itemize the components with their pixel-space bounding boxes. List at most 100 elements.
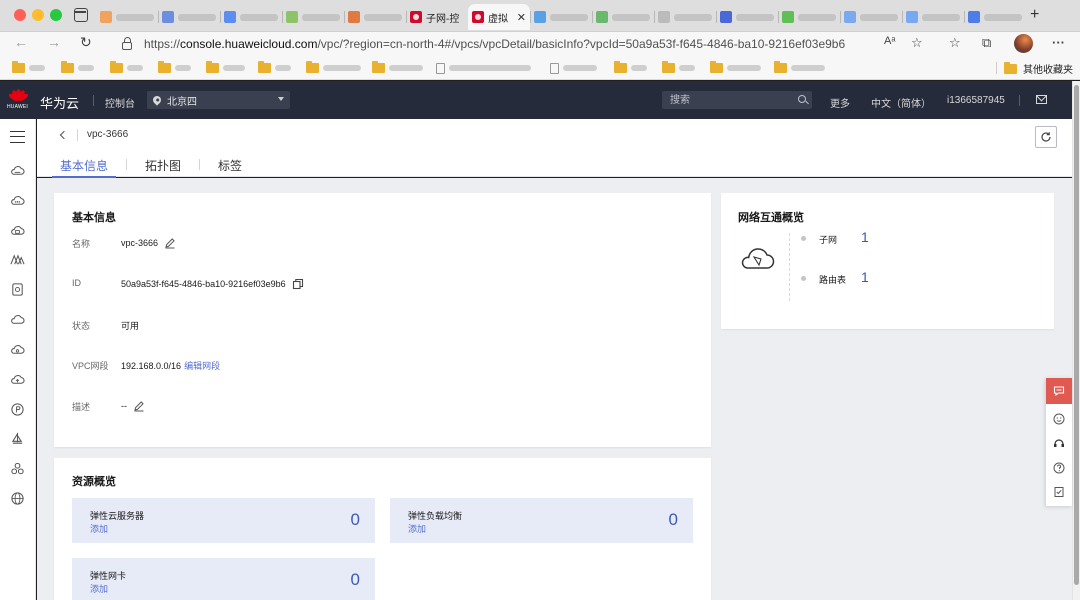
resource-count[interactable]: 0 [669,510,678,530]
cloud-server-icon[interactable] [10,163,25,178]
browser-tab[interactable] [716,4,778,30]
reload-icon[interactable]: ↻ [80,34,92,51]
bookmark-link[interactable] [550,62,597,74]
edit-cidr-link[interactable]: 编辑网段 [184,359,220,372]
resource-count[interactable]: 0 [351,570,360,590]
chevron-down-icon [278,97,284,101]
browser-tab-subnet[interactable]: 子网-控 [406,4,468,30]
route-table-count[interactable]: 1 [861,269,869,285]
sailboat-icon[interactable] [10,431,25,446]
read-aloud-icon[interactable]: Aᵃ [884,35,895,47]
browser-tab-active[interactable]: 虚拟 ✕ [468,4,530,30]
mountain-icon[interactable] [10,252,25,267]
browser-tab[interactable] [778,4,840,30]
bookmark-link[interactable] [436,62,531,74]
browser-tab[interactable] [654,4,716,30]
browser-tab[interactable] [220,4,282,30]
new-tab-button[interactable]: + [1030,6,1039,24]
tab-tags[interactable]: 标签 [210,157,250,177]
folder-icon [206,61,219,73]
search-input[interactable] [662,91,782,109]
cluster-icon[interactable] [10,461,25,476]
browser-tab[interactable] [964,4,1026,30]
mail-icon[interactable] [1036,95,1047,104]
copy-icon[interactable] [292,278,304,290]
browser-tab[interactable] [282,4,344,30]
edit-pencil-icon[interactable] [164,237,176,249]
browser-tab[interactable] [158,4,220,30]
smile-feedback-icon[interactable] [1053,413,1065,425]
profile-avatar[interactable] [1014,34,1033,53]
support-headset-icon[interactable] [1053,438,1065,450]
folder-icon [614,61,627,73]
more-options-icon[interactable]: ··· [1052,35,1065,50]
favicon-icon [286,11,298,23]
cloud-network-icon[interactable] [10,193,25,208]
search-icon[interactable] [798,95,806,103]
bookmark-folder[interactable] [662,61,695,74]
subnet-count[interactable]: 1 [861,229,869,245]
console-link[interactable]: 控制台 [105,95,135,110]
help-icon[interactable] [1053,462,1065,474]
bookmark-folder[interactable] [61,61,94,74]
page-header: vpc-3666 基本信息 拓扑图 标签 [37,119,1072,178]
bookmark-folder[interactable] [306,61,361,74]
folder-icon [1004,61,1017,74]
back-arrow-icon[interactable]: ← [14,34,28,50]
browser-tab[interactable] [344,4,406,30]
bookmark-folder[interactable] [372,61,423,74]
add-resource-link[interactable]: 添加 [90,522,108,535]
database-icon[interactable] [10,282,25,297]
back-chevron-icon[interactable] [59,130,69,140]
favorites-icon[interactable]: ☆ [949,35,961,51]
other-bookmarks[interactable]: 其他收藏夹 [1004,61,1073,76]
chat-button[interactable] [1046,378,1072,404]
resource-count[interactable]: 0 [351,510,360,530]
region-select[interactable]: 北京四 [147,91,290,109]
forward-arrow-icon[interactable]: → [47,34,61,50]
close-window-button[interactable] [14,9,26,21]
bookmark-folder[interactable] [258,61,291,74]
more-menu[interactable]: 更多 [830,95,850,110]
brand-name[interactable]: 华为云 [40,93,79,112]
cloud-storage-icon[interactable] [10,223,25,238]
browser-tab[interactable] [530,4,592,30]
bookmark-folder[interactable] [774,61,825,74]
survey-checklist-icon[interactable] [1053,486,1065,498]
zoom-window-button[interactable] [50,9,62,21]
refresh-button[interactable] [1035,126,1057,148]
account-menu[interactable]: i1366587945 [947,95,1005,106]
bookmark-folder[interactable] [710,61,761,74]
huawei-logo[interactable]: HUAWEI [7,88,30,112]
globe-icon[interactable] [10,491,25,506]
cloud-icon[interactable] [10,312,25,327]
cloud-security-icon[interactable] [10,342,25,357]
tab-basic-info[interactable]: 基本信息 [52,157,117,178]
basic-info-card: 基本信息 名称 vpc-3666 ID 50a9a53f-f645-4846-b… [54,193,711,447]
close-tab-icon[interactable]: ✕ [517,11,526,24]
browser-tab[interactable] [840,4,902,30]
tab-topology[interactable]: 拓扑图 [137,157,189,177]
browser-tab[interactable] [96,4,158,30]
minimize-window-button[interactable] [32,9,44,21]
edit-pencil-icon[interactable] [133,400,145,412]
favicon-icon [658,11,670,23]
bookmark-folder[interactable] [110,61,143,74]
browser-tab[interactable] [902,4,964,30]
browser-tab[interactable] [592,4,654,30]
bookmark-folder[interactable] [206,61,245,74]
bookmark-folder[interactable] [158,61,191,74]
ip-icon[interactable] [10,402,25,417]
url-field[interactable]: https://console.huaweicloud.com/vpc/?reg… [112,33,938,55]
language-menu[interactable]: 中文（简体） [871,95,931,110]
tab-actions-icon[interactable] [74,8,88,22]
add-favorite-icon[interactable]: ☆ [911,35,923,51]
menu-icon[interactable] [10,131,25,143]
page-scrollbar[interactable] [1072,81,1080,600]
bookmark-folder[interactable] [12,61,45,74]
add-resource-link[interactable]: 添加 [408,522,426,535]
bookmark-folder[interactable] [614,61,647,74]
cloud-upload-icon[interactable] [10,372,25,387]
collections-icon[interactable]: ⧉ [982,35,991,51]
add-resource-link[interactable]: 添加 [90,582,108,595]
